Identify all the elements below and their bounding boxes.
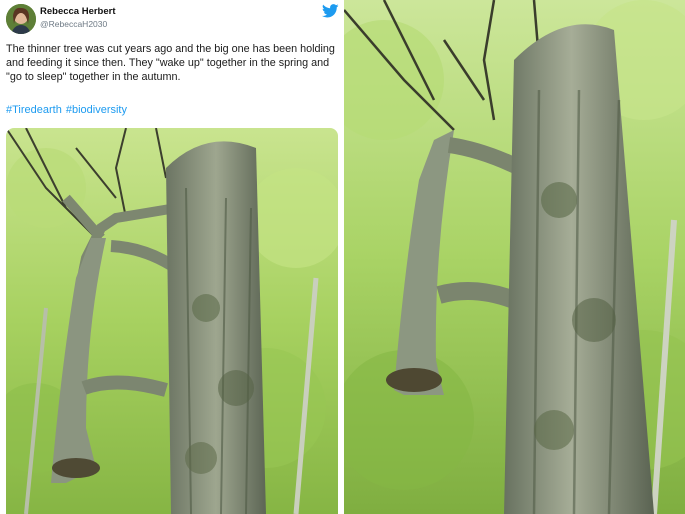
avatar-image xyxy=(6,4,36,34)
twitter-bird-icon xyxy=(322,4,339,18)
user-handle[interactable]: @RebeccaH2030 xyxy=(40,19,107,29)
display-name[interactable]: Rebecca Herbert xyxy=(40,6,116,17)
hashtags: #Tiredearth #biodiversity xyxy=(6,104,131,116)
avatar[interactable] xyxy=(6,4,36,34)
tweet-text: The thinner tree was cut years ago and t… xyxy=(6,43,335,84)
zoomed-photo xyxy=(344,0,685,514)
tree-photo-image xyxy=(344,0,685,514)
tweet-photo[interactable] xyxy=(6,128,338,514)
tweet-card: Rebecca Herbert @RebeccaH2030 The thinne… xyxy=(0,0,342,514)
hashtag-link[interactable]: #Tiredearth xyxy=(6,104,62,116)
tree-photo-image xyxy=(6,128,338,514)
hashtag-link[interactable]: #biodiversity xyxy=(66,104,127,116)
